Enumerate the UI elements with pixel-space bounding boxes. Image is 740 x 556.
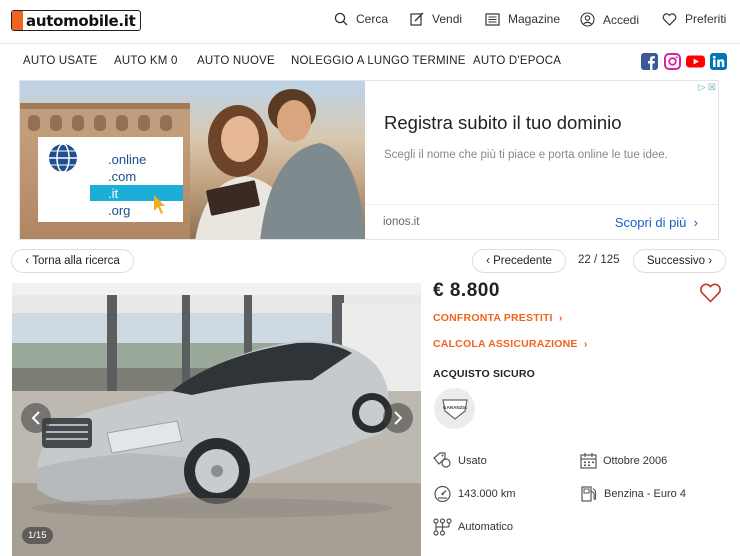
- user-icon: [580, 12, 595, 27]
- ad-footer: ionos.it Scopri di più ›: [365, 204, 718, 239]
- result-counter: 22 / 125: [578, 254, 620, 266]
- shield-icon: GARANZIA: [441, 398, 467, 420]
- chevron-left-icon: ‹: [486, 255, 494, 267]
- calendar-icon: [580, 453, 597, 469]
- spec-transmission: Automatico: [433, 518, 513, 536]
- gearbox-icon: [433, 518, 452, 536]
- tag-icon: [433, 452, 451, 468]
- logo-mark: [12, 11, 23, 30]
- search-icon: [334, 12, 348, 26]
- ad-domain-com: .com: [108, 169, 136, 184]
- fuel-value: Benzina - Euro 4: [604, 487, 686, 500]
- chevron-left-icon: ‹: [25, 255, 33, 267]
- odometer-icon: [434, 485, 451, 502]
- facebook-icon[interactable]: [641, 53, 658, 70]
- nav-preferiti-label: Preferiti: [685, 12, 727, 26]
- heart-icon: [662, 12, 677, 26]
- spec-fuel: Benzina - Euro 4: [580, 485, 686, 502]
- chevron-right-icon: ›: [580, 338, 588, 350]
- chevron-left-icon: [31, 411, 40, 425]
- newspaper-icon: [485, 12, 500, 26]
- linkedin-icon[interactable]: [710, 53, 727, 70]
- nav-magazine-label: Magazine: [508, 12, 561, 26]
- ad-domain-online: .online: [108, 152, 146, 167]
- next-button[interactable]: Successivo ›: [633, 249, 726, 273]
- chevron-right-icon: ›: [705, 255, 713, 267]
- warranty-text: GARANZIA: [442, 405, 467, 410]
- secure-purchase-label: ACQUISTO SICURO: [433, 368, 535, 380]
- listing-price: € 8.800: [433, 280, 500, 301]
- ad-cta-label: Scopri di più: [614, 215, 687, 230]
- header: automobile.it Cerca Vendi Magazine Acced…: [0, 0, 740, 44]
- nav-preferiti[interactable]: Preferiti: [662, 12, 726, 26]
- gallery-next-button[interactable]: [383, 403, 413, 433]
- site-logo[interactable]: automobile.it: [11, 10, 141, 31]
- ad-image: .online .com .it .org: [20, 81, 365, 239]
- ad-title: Registra subito il tuo dominio: [384, 112, 622, 133]
- ad-source: ionos.it: [383, 216, 420, 228]
- nav-accedi[interactable]: Accedi: [580, 12, 639, 27]
- insurance-link[interactable]: CALCOLA ASSICURAZIONE ›: [433, 338, 588, 350]
- edit-icon: [410, 12, 424, 26]
- category-auto-nuove[interactable]: AUTO NUOVE: [197, 55, 275, 67]
- instagram-icon[interactable]: [664, 53, 681, 70]
- logo-text: automobile.it: [26, 11, 136, 30]
- compare-loans-link[interactable]: CONFRONTA PRESTITI ›: [433, 312, 563, 324]
- gallery-counter: 1/15: [22, 527, 53, 544]
- category-noleggio[interactable]: NOLEGGIO A LUNGO TERMINE: [291, 55, 466, 67]
- gallery-prev-button[interactable]: [21, 403, 51, 433]
- back-label: Torna alla ricerca: [32, 255, 120, 267]
- insurance-label: CALCOLA ASSICURAZIONE: [433, 338, 578, 350]
- back-to-search-button[interactable]: ‹ Torna alla ricerca: [11, 249, 134, 273]
- next-label: Successivo: [646, 255, 706, 267]
- ad-cta-button[interactable]: Scopri di più ›: [615, 215, 698, 230]
- ad-description: Scegli il nome che più ti piace e porta …: [384, 149, 668, 161]
- favorite-heart-icon[interactable]: [699, 283, 722, 303]
- spec-mileage: 143.000 km: [433, 485, 515, 502]
- nav-vendi[interactable]: Vendi: [410, 12, 462, 26]
- ad-domain-it: .it: [108, 186, 119, 201]
- ad-domain-org: .org: [108, 203, 130, 218]
- chevron-right-icon: ›: [690, 215, 698, 230]
- car-photo: [12, 283, 421, 556]
- ad-banner[interactable]: .online .com .it .org ▷ ☒ Registra subit…: [19, 80, 719, 240]
- nav-magazine[interactable]: Magazine: [485, 12, 560, 26]
- mileage-value: 143.000 km: [458, 487, 516, 500]
- previous-label: Precedente: [493, 255, 552, 267]
- spec-date: Ottobre 2006: [580, 452, 667, 469]
- transmission-value: Automatico: [458, 521, 514, 533]
- photo-gallery[interactable]: 1/15: [12, 283, 421, 556]
- nav-cerca[interactable]: Cerca: [334, 12, 388, 26]
- previous-button[interactable]: ‹ Precedente: [472, 249, 566, 273]
- chevron-right-icon: ›: [555, 312, 563, 324]
- fuel-pump-icon: [581, 486, 597, 502]
- nav-cerca-label: Cerca: [356, 12, 389, 26]
- compare-loans-label: CONFRONTA PRESTITI: [433, 312, 553, 324]
- date-value: Ottobre 2006: [603, 454, 668, 467]
- nav-vendi-label: Vendi: [432, 12, 463, 26]
- youtube-icon[interactable]: [686, 53, 705, 70]
- spec-condition: Usato: [433, 452, 487, 469]
- condition-value: Usato: [458, 454, 487, 467]
- category-auto-epoca[interactable]: AUTO D'EPOCA: [473, 55, 561, 67]
- category-nav: AUTO USATE AUTO KM 0 AUTO NUOVE NOLEGGIO…: [0, 44, 740, 78]
- nav-accedi-label: Accedi: [603, 12, 640, 27]
- chevron-right-icon: [394, 411, 403, 425]
- category-auto-usate[interactable]: AUTO USATE: [23, 55, 97, 67]
- warranty-badge[interactable]: GARANZIA: [434, 388, 475, 429]
- category-auto-km0[interactable]: AUTO KM 0: [114, 55, 178, 67]
- ad-choices-icon[interactable]: ▷ ☒: [699, 82, 717, 93]
